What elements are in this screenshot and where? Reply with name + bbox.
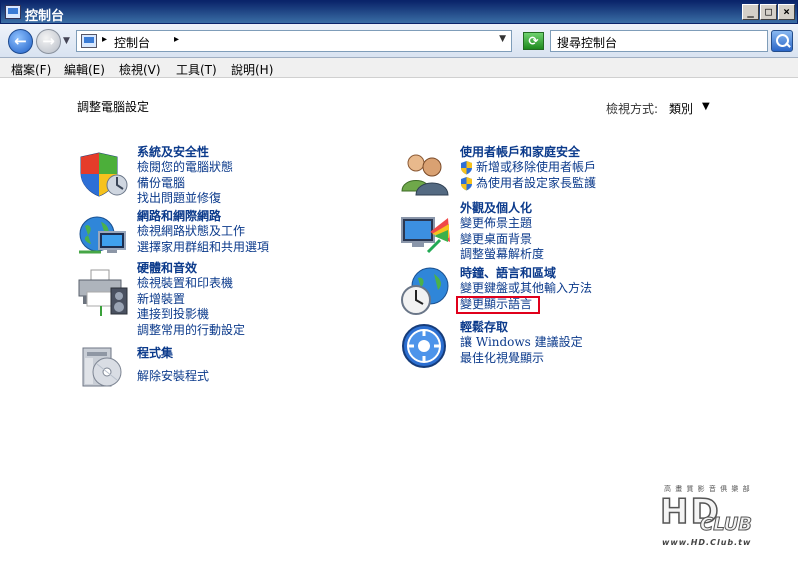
link-network-status[interactable]: 檢視網路狀態及工作 — [137, 224, 269, 240]
link-label: 新增或移除使用者帳戶 — [476, 160, 597, 174]
category-appearance: 外觀及個人化 變更佈景主題 變更桌面背景 調整螢幕解析度 — [460, 201, 544, 263]
link-desktop-background[interactable]: 變更桌面背景 — [460, 232, 544, 248]
shield-icon[interactable] — [77, 151, 129, 197]
programs-icon[interactable] — [77, 344, 125, 390]
category-system-security: 系統及安全性 檢閱您的電腦狀態 備份電腦 找出問題並修復 — [137, 145, 233, 207]
category-title[interactable]: 系統及安全性 — [137, 145, 233, 160]
category-ease-of-access: 輕鬆存取 讓 Windows 建議設定 最佳化視覺顯示 — [460, 320, 583, 366]
link-add-remove-users[interactable]: 新增或移除使用者帳戶 — [460, 160, 596, 176]
page-title: 調整電腦設定 — [77, 100, 150, 114]
view-by-label: 檢視方式: — [606, 102, 659, 116]
link-troubleshoot[interactable]: 找出問題並修復 — [137, 191, 233, 207]
recent-pages-dropdown[interactable]: ▼ — [63, 36, 70, 46]
search-placeholder: 搜尋控制台 — [557, 36, 618, 50]
menu-file[interactable]: 檔案(F) — [11, 61, 51, 78]
category-hardware-sound: 硬體和音效 檢視裝置和印表機 新增裝置 連接到投影機 調整常用的行動設定 — [137, 261, 245, 338]
menu-edit[interactable]: 編輯(E) — [64, 61, 105, 78]
address-dropdown-icon[interactable]: ▼ — [499, 34, 506, 44]
users-icon[interactable] — [400, 151, 452, 197]
link-change-theme[interactable]: 變更佈景主題 — [460, 216, 544, 232]
title-bar: 控制台 _ □ × — [0, 0, 798, 24]
control-panel-icon — [81, 34, 97, 48]
category-title[interactable]: 使用者帳戶和家庭安全 — [460, 145, 596, 160]
watermark-logo-club: CLUB — [699, 514, 753, 536]
breadcrumb-control-panel[interactable]: 控制台 — [114, 34, 150, 51]
category-programs: 程式集 解除安裝程式 — [137, 346, 209, 385]
clock-globe-icon[interactable] — [400, 266, 452, 318]
highlight-box — [456, 296, 540, 314]
link-projector[interactable]: 連接到投影機 — [137, 307, 245, 323]
link-optimize-visual[interactable]: 最佳化視覺顯示 — [460, 351, 583, 367]
link-devices-printers[interactable]: 檢視裝置和印表機 — [137, 276, 245, 292]
view-by-select[interactable]: 類別 — [669, 100, 693, 117]
close-button[interactable]: × — [778, 4, 795, 20]
printer-icon[interactable] — [77, 266, 129, 318]
chevron-down-icon[interactable]: ▼ — [702, 101, 710, 112]
category-title[interactable]: 硬體和音效 — [137, 261, 245, 276]
monitor-palette-icon[interactable] — [400, 212, 452, 258]
link-keyboard-input[interactable]: 變更鍵盤或其他輸入方法 — [460, 281, 592, 297]
link-windows-suggest[interactable]: 讓 Windows 建議設定 — [460, 335, 583, 351]
network-globe-icon[interactable] — [77, 212, 129, 260]
ease-of-access-icon[interactable] — [400, 322, 448, 370]
category-title[interactable]: 程式集 — [137, 346, 209, 361]
breadcrumb-arrow-icon[interactable]: ▸ — [102, 34, 107, 45]
back-button[interactable]: ← — [8, 29, 33, 54]
uac-shield-icon — [461, 176, 472, 190]
link-uninstall[interactable]: 解除安裝程式 — [137, 369, 209, 385]
category-network: 網路和網際網路 檢視網路狀態及工作 選擇家用群組和共用選項 — [137, 209, 269, 255]
minimize-button[interactable]: _ — [742, 4, 759, 20]
menu-bar: 檔案(F) 編輯(E) 檢視(V) 工具(T) 說明(H) — [0, 58, 798, 78]
link-parental-controls[interactable]: 為使用者設定家長監護 — [460, 176, 596, 192]
link-label: 為使用者設定家長監護 — [476, 175, 597, 190]
link-add-device[interactable]: 新增裝置 — [137, 292, 245, 308]
search-icon[interactable] — [771, 30, 793, 52]
hdclub-watermark: 高 畫 質 影 音 俱 樂 部 HD CLUB www.HD.Club.tw — [659, 484, 770, 554]
category-title[interactable]: 輕鬆存取 — [460, 320, 583, 335]
control-panel-icon — [5, 5, 21, 19]
uac-shield-icon — [461, 161, 472, 175]
link-mobility[interactable]: 調整常用的行動設定 — [137, 323, 245, 339]
link-screen-resolution[interactable]: 調整螢幕解析度 — [460, 247, 544, 263]
refresh-button[interactable]: ⟳ — [523, 32, 544, 50]
address-toolbar: ← → ▼ ▸ 控制台 ▸ ▼ ⟳ 搜尋控制台 — [0, 24, 798, 58]
link-homegroup[interactable]: 選擇家用群組和共用選項 — [137, 240, 269, 256]
category-title[interactable]: 外觀及個人化 — [460, 201, 544, 216]
category-user-accounts: 使用者帳戶和家庭安全 新增或移除使用者帳戶 為使用者設定家長監護 — [460, 145, 596, 191]
menu-tools[interactable]: 工具(T) — [176, 61, 217, 78]
menu-help[interactable]: 說明(H) — [231, 61, 273, 78]
link-review-status[interactable]: 檢閱您的電腦狀態 — [137, 160, 233, 176]
maximize-button[interactable]: □ — [760, 4, 777, 20]
link-backup[interactable]: 備份電腦 — [137, 176, 233, 192]
forward-button[interactable]: → — [36, 29, 61, 54]
menu-view[interactable]: 檢視(V) — [119, 61, 161, 78]
watermark-url: www.HD.Club.tw — [662, 538, 752, 547]
search-input[interactable]: 搜尋控制台 — [550, 30, 768, 52]
breadcrumb-arrow-icon[interactable]: ▸ — [174, 34, 179, 45]
address-field[interactable]: ▸ 控制台 ▸ ▼ — [76, 30, 512, 52]
category-title[interactable]: 時鐘、語言和區域 — [460, 266, 592, 281]
category-title[interactable]: 網路和網際網路 — [137, 209, 269, 224]
window-title: 控制台 — [25, 9, 65, 24]
